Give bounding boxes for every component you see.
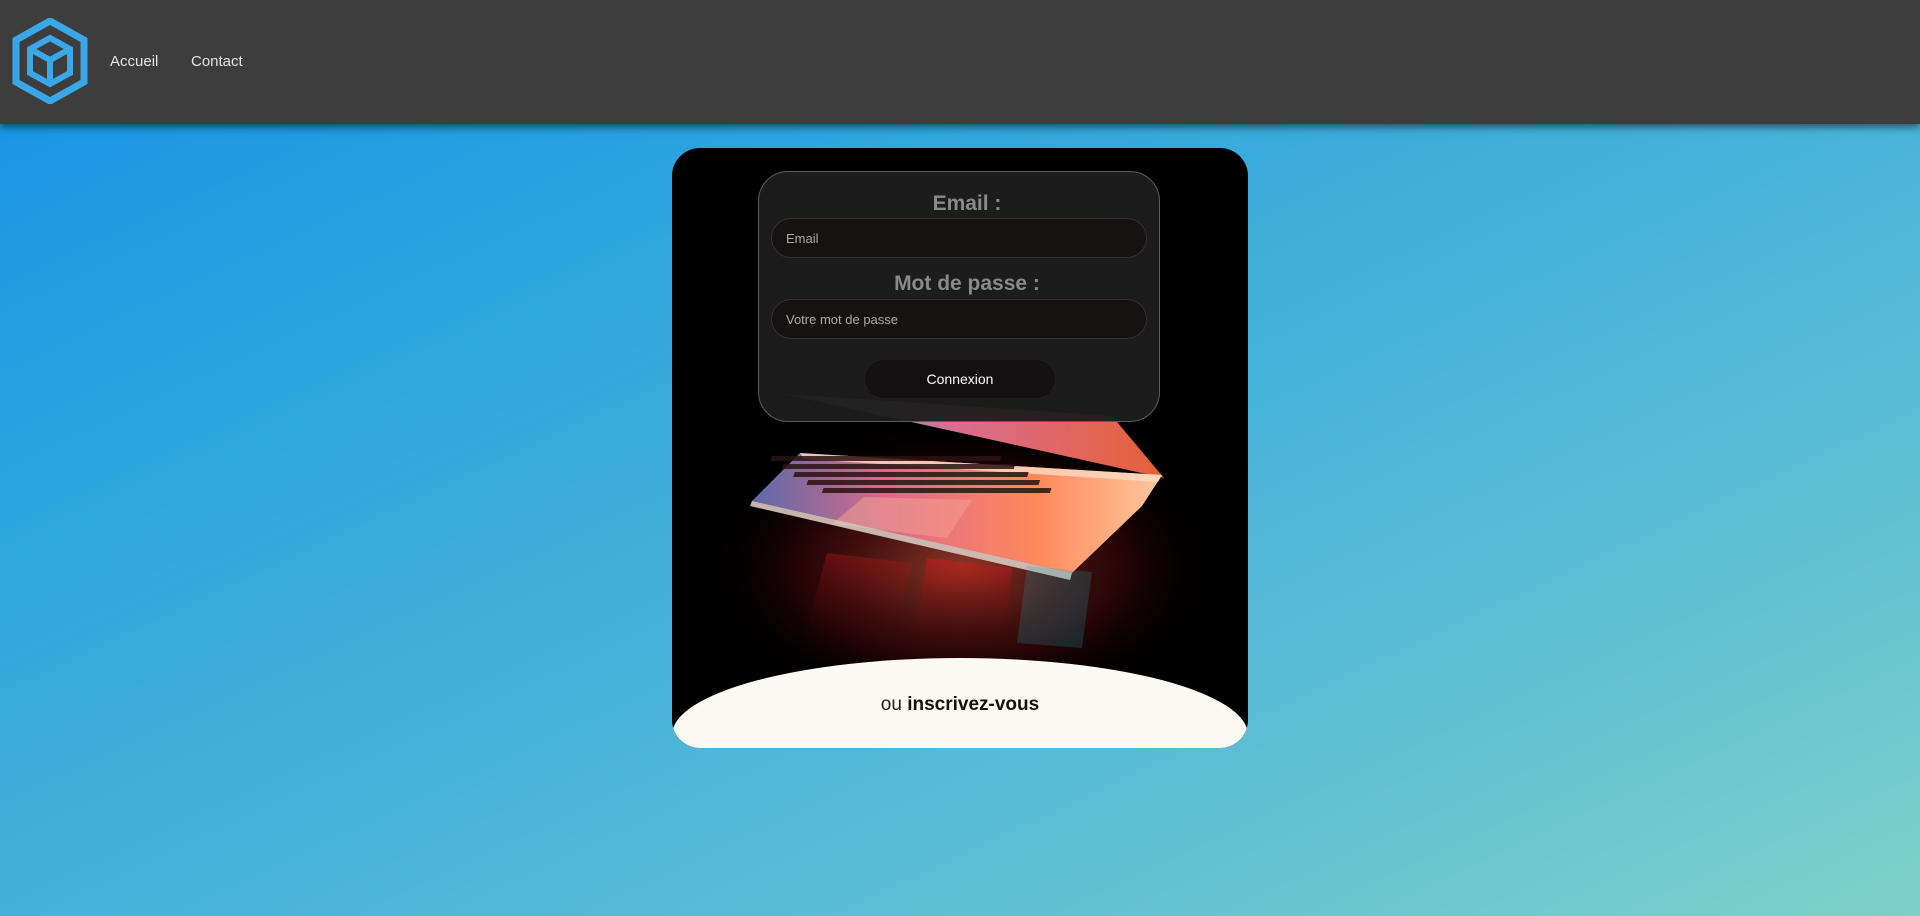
signup-prompt: ou inscrivez-vous	[672, 694, 1248, 716]
nav-link-contact[interactable]: Contact	[191, 53, 243, 70]
login-card: Email : Mot de passe : Connexion ou insc…	[672, 148, 1248, 748]
email-label: Email :	[932, 192, 1002, 215]
signup-link[interactable]: inscrivez-vous	[907, 694, 1039, 715]
navbar: Accueil Contact	[0, 0, 1920, 124]
password-field[interactable]	[771, 299, 1147, 339]
hexagon-cube-logo-icon[interactable]	[12, 18, 88, 104]
signup-prefix: ou	[880, 694, 902, 715]
login-form: Email : Mot de passe : Connexion	[758, 171, 1160, 422]
nav-link-accueil[interactable]: Accueil	[110, 53, 158, 70]
email-field[interactable]	[771, 218, 1147, 258]
login-button[interactable]: Connexion	[865, 360, 1055, 398]
password-label: Mot de passe :	[894, 272, 1040, 295]
